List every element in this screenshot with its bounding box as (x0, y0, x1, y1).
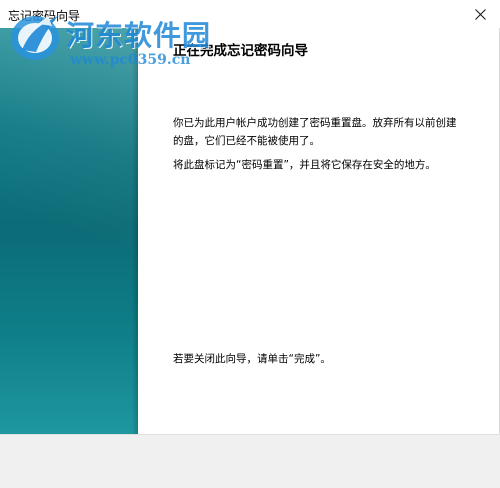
page-heading: 正在完成忘记密码向导 (173, 43, 308, 59)
wizard-side-panel (0, 28, 138, 434)
close-button[interactable] (460, 0, 500, 28)
button-footer (0, 434, 500, 488)
wizard-content: 正在完成忘记密码向导 你已为此用户帐户成功创建了密码重置盘。放弃所有以前创建的盘… (138, 28, 499, 434)
label-disk-instruction: 将此盘标记为“密码重置”，并且将它保存在安全的地方。 (173, 159, 436, 171)
title-bar: 忘记密码向导 (0, 0, 500, 28)
success-message: 你已为此用户帐户成功创建了密码重置盘。放弃所有以前创建的盘，它们已经不能被使用了… (173, 117, 457, 147)
wizard-window: 忘记密码向导 正在完成忘记密码向导 你已为此用户帐户成功创建了密码重置盘。放弃所… (0, 0, 500, 488)
close-icon (474, 8, 486, 20)
window-title: 忘记密码向导 (8, 9, 81, 23)
finish-instruction: 若要关闭此向导，请单击“完成”。 (173, 353, 331, 365)
